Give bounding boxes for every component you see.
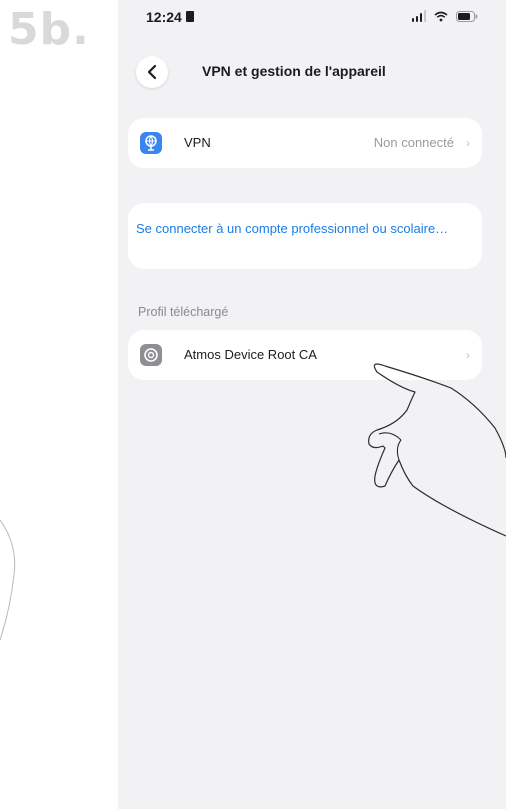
page: 5b. 12:24 VPN et gestion de l'appareil V… [0, 0, 506, 809]
wifi-icon [434, 11, 448, 21]
step-label: 5b. [8, 4, 90, 55]
work-account-link[interactable]: Se connecter à un compte professionnel o… [136, 219, 466, 238]
chevron-left-icon [147, 64, 157, 80]
signal-icon [411, 10, 426, 22]
settings-gear-icon [140, 344, 162, 366]
profile-label: Atmos Device Root CA [184, 347, 317, 362]
navigation-bar: VPN et gestion de l'appareil [118, 52, 506, 96]
work-account-card: Se connecter à un compte professionnel o… [128, 203, 482, 269]
vpn-label: VPN [184, 135, 211, 150]
pointing-hand-icon [368, 363, 506, 537]
chevron-right-icon: › [466, 136, 470, 150]
battery-icon [456, 10, 478, 22]
sim-icon [186, 11, 194, 22]
status-time: 12:24 [146, 9, 182, 25]
status-icons [411, 10, 479, 22]
status-bar: 12:24 [118, 0, 506, 40]
vpn-globe-icon [140, 132, 162, 154]
vpn-status: Non connecté [373, 135, 454, 150]
back-button[interactable] [136, 56, 168, 88]
page-title: VPN et gestion de l'appareil [202, 63, 386, 79]
vpn-row[interactable]: VPN Non connecté › [128, 118, 482, 168]
profile-section-header: Profil téléchargé [138, 305, 229, 319]
decorative-curves [0, 519, 16, 641]
